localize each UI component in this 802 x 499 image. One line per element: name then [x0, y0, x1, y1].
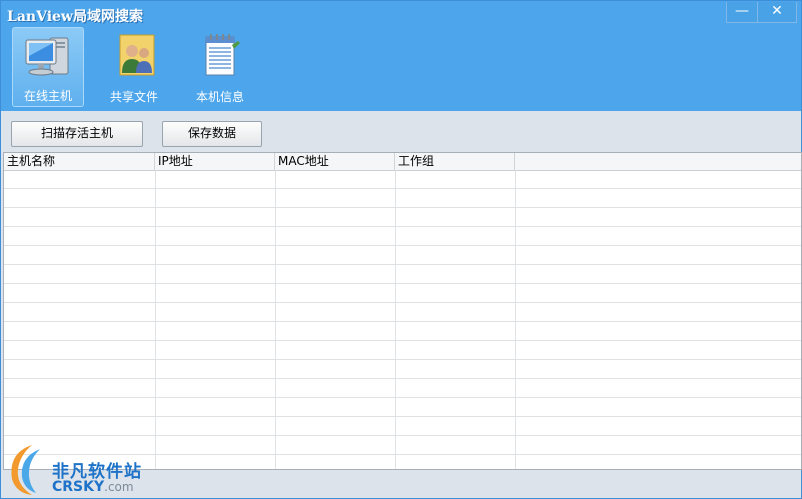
table-row[interactable] [4, 398, 801, 417]
watermark-en: CRSKY.com [52, 479, 134, 495]
users-share-icon [119, 34, 155, 76]
window-title: LanView局域网搜索 [7, 9, 143, 25]
toolbar-label: 本机信息 [195, 90, 244, 104]
table-row[interactable] [4, 322, 801, 341]
column-header-hostname[interactable]: 主机名称 [4, 153, 155, 170]
title-toolbar-area: LanView局域网搜索 — ✕ 在线主机 共享文件 本机信息 [1, 1, 801, 111]
save-data-button[interactable]: 保存数据 [162, 121, 262, 147]
column-header-ip[interactable]: IP地址 [155, 153, 275, 170]
table-row[interactable] [4, 170, 801, 189]
toolbar-local-info[interactable]: 本机信息 [184, 27, 256, 107]
table-row[interactable] [4, 303, 801, 322]
column-header-workgroup[interactable]: 工作组 [395, 153, 515, 170]
hosts-table[interactable]: 主机名称 IP地址 MAC地址 工作组 [3, 152, 802, 470]
watermark-logo: 非凡软件站 CRSKY.com [2, 439, 160, 499]
table-row[interactable] [4, 265, 801, 284]
table-row[interactable] [4, 189, 801, 208]
table-row[interactable] [4, 208, 801, 227]
crsky-logo-icon [11, 445, 40, 495]
column-header-mac[interactable]: MAC地址 [275, 153, 395, 170]
watermark-domain: .com [104, 480, 134, 494]
watermark-brand: CRSKY [52, 479, 105, 495]
table-row[interactable] [4, 360, 801, 379]
toolbar-shared-files[interactable]: 共享文件 [98, 27, 170, 107]
table-row[interactable] [4, 246, 801, 265]
toolbar-online-hosts[interactable]: 在线主机 [12, 27, 84, 107]
scan-hosts-button[interactable]: 扫描存活主机 [11, 121, 143, 147]
table-row[interactable] [4, 417, 801, 436]
toolbar-label: 在线主机 [23, 89, 72, 103]
computer-icon [25, 37, 69, 76]
table-header: 主机名称 IP地址 MAC地址 工作组 [4, 153, 801, 171]
minimize-button[interactable]: — [726, 2, 758, 23]
notepad-icon [205, 34, 240, 76]
table-row[interactable] [4, 379, 801, 398]
table-row[interactable] [4, 341, 801, 360]
app-window: LanView局域网搜索 — ✕ 在线主机 共享文件 本机信息 扫描存活主机 保… [0, 0, 802, 499]
close-button[interactable]: ✕ [758, 2, 797, 23]
table-row[interactable] [4, 284, 801, 303]
table-row[interactable] [4, 227, 801, 246]
window-controls: — ✕ [726, 2, 797, 23]
toolbar-label: 共享文件 [109, 90, 158, 104]
